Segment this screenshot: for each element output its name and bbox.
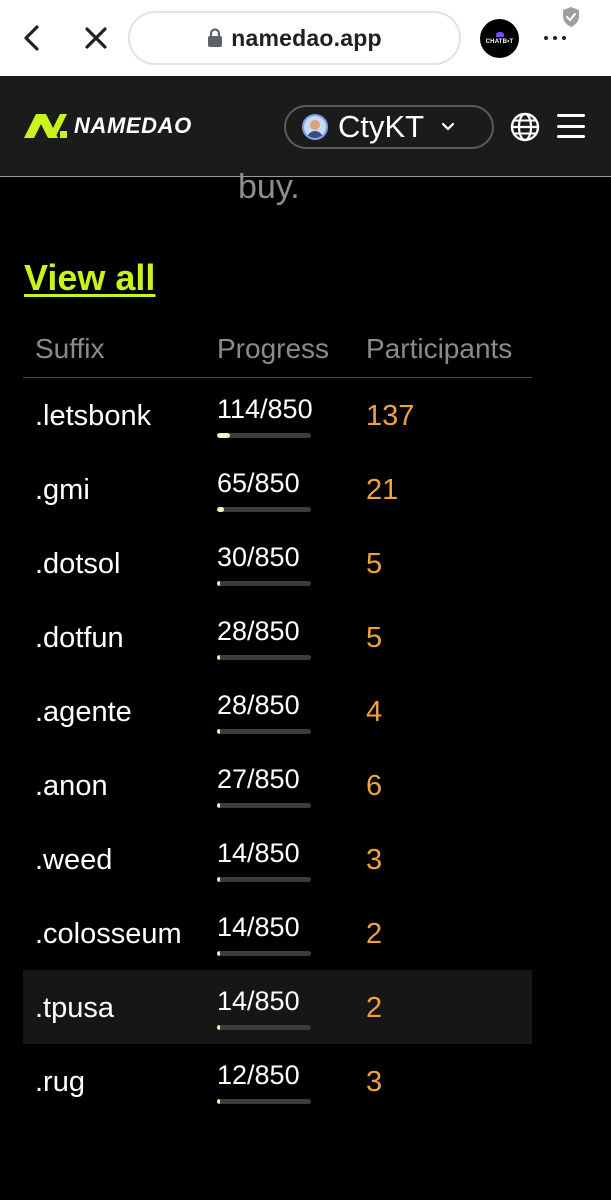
participants-cell: 3: [366, 1066, 383, 1098]
suffix-table: Suffix Progress Participants .letsbonk 11…: [23, 326, 532, 1118]
progress-bar-fill: [217, 803, 220, 808]
suffix-cell: .gmi: [35, 474, 90, 506]
progress-cell: 114/850: [217, 394, 313, 424]
progress-cell: 14/850: [217, 986, 300, 1016]
lock-icon: [208, 28, 223, 47]
suffix-cell: .agente: [35, 696, 132, 728]
participants-cell: 137: [366, 400, 415, 432]
suffix-cell: .dotfun: [35, 622, 124, 654]
progress-cell: 28/850: [217, 616, 300, 646]
progress-bar: [217, 1099, 311, 1104]
browser-toolbar: namedao.app CHATB•T: [0, 0, 611, 76]
suffix-cell: .colosseum: [35, 918, 182, 950]
address-bar[interactable]: namedao.app: [128, 11, 461, 65]
table-row[interactable]: .tpusa 14/850 2: [23, 970, 532, 1044]
progress-bar-fill: [217, 433, 230, 438]
view-all-link[interactable]: View all: [24, 257, 155, 299]
progress-cell: 65/850: [217, 468, 300, 498]
chatbot-extension-button[interactable]: CHATB•T: [480, 19, 519, 58]
progress-bar: [217, 581, 311, 586]
progress-bar-fill: [217, 729, 221, 734]
progress-bar: [217, 507, 311, 512]
progress-cell: 14/850: [217, 838, 300, 868]
namedao-logo-icon: [24, 114, 67, 138]
avatar: [302, 114, 328, 140]
more-menu-icon[interactable]: [540, 26, 570, 50]
progress-bar-fill: [217, 507, 225, 512]
participants-cell: 5: [366, 622, 383, 654]
progress-bar-fill: [217, 951, 220, 956]
table-row[interactable]: .weed 14/850 3: [23, 822, 532, 896]
account-name: CtyKT: [338, 109, 425, 144]
progress-bar: [217, 433, 311, 438]
suffix-cell: .tpusa: [35, 992, 114, 1024]
suffix-cell: .letsbonk: [35, 400, 152, 432]
suffix-cell: .anon: [35, 770, 108, 802]
table-row[interactable]: .rug 12/850 3: [23, 1044, 532, 1118]
url-text: namedao.app: [231, 24, 382, 51]
close-icon[interactable]: [78, 20, 114, 56]
progress-bar: [217, 951, 311, 956]
participants-cell: 2: [366, 992, 383, 1024]
participants-cell: 6: [366, 770, 383, 802]
participants-cell: 5: [366, 548, 383, 580]
progress-bar: [217, 877, 311, 882]
partial-heading-text: buy.: [238, 168, 300, 206]
namedao-logo[interactable]: NAMEDAO: [22, 112, 192, 140]
progress-cell: 30/850: [217, 542, 300, 572]
column-header-progress: Progress: [217, 333, 330, 364]
table-row[interactable]: .colosseum 14/850 2: [23, 896, 532, 970]
suffix-cell: .rug: [35, 1066, 85, 1098]
participants-cell: 3: [366, 844, 383, 876]
table-body: .letsbonk 114/850 137 .gmi 65/850 21 .dotsol 30…: [23, 378, 532, 1118]
chevron-down-icon: [442, 122, 455, 131]
table-row[interactable]: .gmi 65/850 21: [23, 452, 532, 526]
suffix-cell: .dotsol: [35, 548, 121, 580]
progress-bar: [217, 1025, 311, 1030]
progress-bar-fill: [217, 877, 220, 882]
progress-cell: 14/850: [217, 912, 300, 942]
progress-bar-fill: [217, 1099, 220, 1104]
chatbot-icon: [495, 32, 504, 37]
progress-cell: 28/850: [217, 690, 300, 720]
suffix-cell: .weed: [35, 844, 113, 876]
progress-bar-fill: [217, 655, 221, 660]
table-row[interactable]: .dotsol 30/850 5: [23, 526, 532, 600]
back-icon[interactable]: [14, 20, 50, 56]
globe-icon[interactable]: [509, 111, 541, 143]
progress-bar-fill: [217, 1025, 220, 1030]
table-header: Suffix Progress Participants: [23, 326, 532, 378]
table-row[interactable]: .anon 27/850 6: [23, 748, 532, 822]
participants-cell: 21: [366, 474, 399, 506]
table-row[interactable]: .agente 28/850 4: [23, 674, 532, 748]
app-header: NAMEDAO CtyKT: [0, 76, 611, 177]
progress-bar: [217, 729, 311, 734]
column-header-participants: Participants: [366, 333, 513, 364]
participants-cell: 2: [366, 918, 383, 950]
participants-cell: 4: [366, 696, 383, 728]
column-header-suffix: Suffix: [35, 333, 105, 364]
table-row[interactable]: .dotfun 28/850 5: [23, 600, 532, 674]
progress-bar-fill: [217, 581, 221, 586]
account-selector[interactable]: CtyKT: [284, 105, 494, 149]
extension-label: CHATB•T: [485, 39, 514, 45]
progress-bar: [217, 655, 311, 660]
progress-bar: [217, 803, 311, 808]
menu-icon[interactable]: [557, 114, 585, 138]
progress-cell: 27/850: [217, 764, 300, 794]
shield-icon: [563, 7, 579, 27]
progress-cell: 12/850: [217, 1060, 300, 1090]
logo-text: NAMEDAO: [74, 113, 192, 138]
table-row[interactable]: .letsbonk 114/850 137: [23, 378, 532, 452]
